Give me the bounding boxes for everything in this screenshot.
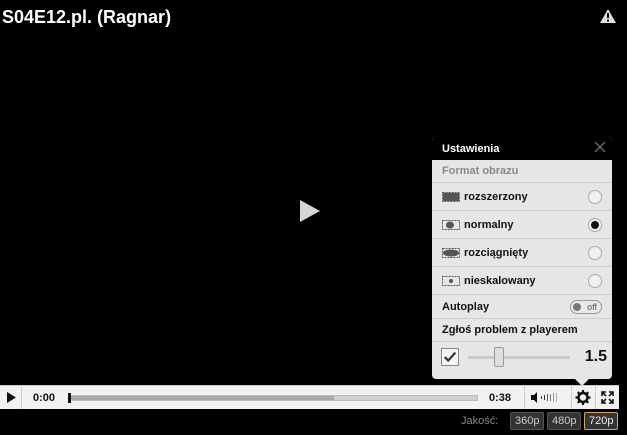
volume-icon	[531, 392, 557, 403]
format-widescreen-icon	[442, 191, 460, 202]
settings-title: Ustawienia	[442, 142, 500, 155]
current-time: 0:00	[33, 392, 56, 404]
buffer-fill	[69, 396, 335, 400]
play-button[interactable]	[0, 386, 22, 409]
autoplay-label: Autoplay	[442, 300, 490, 313]
speed-checkbox[interactable]	[441, 348, 459, 366]
speed-value: 1.5	[584, 348, 607, 365]
control-bar: 0:00 0:38	[0, 385, 619, 409]
fullscreen-button[interactable]	[595, 386, 618, 409]
format-option-stretched[interactable]: rozciągnięty	[432, 238, 612, 266]
quality-720p-button[interactable]: 720p	[584, 412, 619, 430]
autoplay-toggle[interactable]: off	[570, 300, 602, 314]
warning-icon[interactable]	[600, 9, 616, 23]
progress-bar[interactable]	[68, 393, 478, 403]
volume-control[interactable]	[524, 386, 568, 409]
format-section-label: Format obrazu	[442, 165, 519, 177]
format-radio[interactable]	[588, 190, 602, 204]
quality-label: Jakość:	[461, 415, 499, 427]
play-overlay-icon[interactable]	[300, 200, 320, 222]
duration: 0:38	[489, 392, 512, 404]
format-option-widescreen[interactable]: rozszerzony	[432, 182, 612, 210]
format-label: rozszerzony	[464, 190, 528, 203]
format-label: normalny	[464, 218, 514, 231]
format-radio[interactable]	[588, 246, 602, 260]
progress-handle[interactable]	[68, 393, 71, 403]
report-problem-link[interactable]: Zgłoś problem z playerem	[432, 318, 612, 342]
quality-480p-button[interactable]: 480p	[547, 412, 582, 430]
autoplay-state: off	[587, 302, 597, 312]
format-label: rozciągnięty	[464, 246, 529, 259]
format-normal-icon	[442, 219, 460, 230]
play-icon	[7, 392, 16, 403]
speed-slider-track[interactable]	[468, 356, 570, 359]
speed-control: 1.5	[432, 342, 612, 372]
settings-button[interactable]	[571, 386, 593, 409]
format-label: nieskalowany	[464, 274, 536, 287]
format-radio[interactable]	[588, 274, 602, 288]
toggle-knob	[573, 303, 581, 311]
speed-slider-handle[interactable]	[494, 347, 504, 367]
settings-panel: Ustawienia Format obrazu rozszerzony nor…	[432, 137, 612, 386]
settings-header: Ustawienia	[432, 137, 612, 160]
video-title: S04E12.pl. (Ragnar)	[2, 7, 172, 27]
report-problem-label: Zgłoś problem z playerem	[442, 324, 578, 336]
quality-360p-button[interactable]: 360p	[510, 412, 545, 430]
gear-icon	[575, 390, 591, 405]
format-stretched-icon	[442, 247, 460, 258]
format-unscaled-icon	[442, 275, 460, 286]
fullscreen-icon	[601, 391, 614, 404]
close-icon[interactable]	[594, 141, 606, 153]
checkmark-icon	[443, 351, 457, 363]
format-option-unscaled[interactable]: nieskalowany	[432, 266, 612, 294]
format-radio[interactable]	[588, 218, 602, 232]
autoplay-row: Autoplay off	[432, 294, 612, 318]
format-option-normal[interactable]: normalny	[432, 210, 612, 238]
